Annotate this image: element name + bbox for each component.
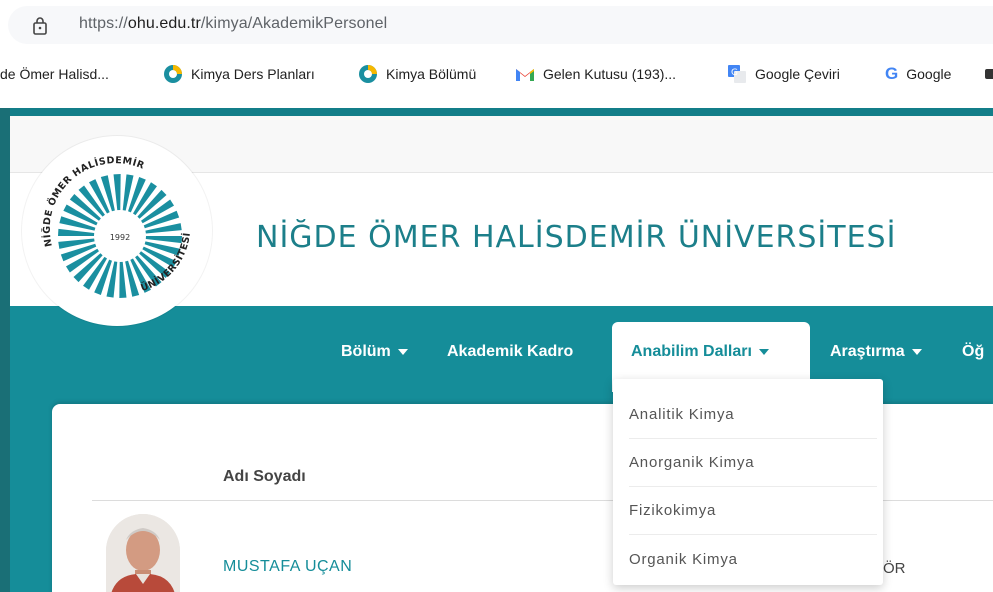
- logo-ray: [145, 236, 182, 244]
- url-path: /kimya/AkademikPersonel: [200, 15, 388, 32]
- logo-ray: [58, 228, 95, 236]
- browser-address-bar: https://ohu.edu.tr/kimya/AkademikPersone…: [0, 0, 993, 48]
- site-favicon-icon: [985, 69, 993, 79]
- caret-down-icon: [911, 349, 922, 355]
- university-title[interactable]: NİĞDE ÖMER HALİSDEMİR ÜNİVERSİTESİ: [256, 220, 896, 255]
- university-logo[interactable]: 1992 NİĞDE ÖMER HALİSDEMİR ÜNİVERSİTESİ: [22, 136, 212, 326]
- dropdown-item-anorganik-kimya[interactable]: Anorganik Kimya: [629, 439, 877, 487]
- person-photo: [106, 514, 180, 592]
- nav-item-arastirma[interactable]: Araştırma: [830, 343, 922, 361]
- bookmarks-bar: de Ömer Halisd... Kimya Ders Planları Ki…: [0, 48, 993, 108]
- nav-item-anabilim-dallari[interactable]: Anabilim Dalları: [631, 343, 769, 361]
- bookmark-label: Gelen Kutusu (193)...: [543, 66, 677, 82]
- bookmark-nohu[interactable]: de Ömer Halisd...: [0, 63, 109, 85]
- bookmark-kimya-bolumu[interactable]: Kimya Bölümü: [358, 63, 476, 85]
- google-icon: G: [885, 64, 899, 83]
- url-scheme: https://: [79, 15, 128, 32]
- site-favicon-icon: [359, 65, 377, 83]
- site-info-icon[interactable]: [30, 16, 50, 36]
- bookmark-label: de Ömer Halisd...: [0, 66, 109, 82]
- bookmark-label: Kimya Bölümü: [386, 66, 477, 82]
- nav-item-ogrenci[interactable]: Öğ: [962, 343, 984, 361]
- dropdown-item-analitik-kimya[interactable]: Analitik Kimya: [629, 391, 877, 439]
- caret-down-icon: [758, 349, 769, 355]
- avatar[interactable]: [106, 514, 180, 592]
- nav-item-akademik-kadro[interactable]: Akademik Kadro: [447, 343, 573, 361]
- nav-label: Akademik Kadro: [447, 343, 574, 360]
- staff-name-link[interactable]: MUSTAFA UÇAN: [223, 558, 352, 576]
- nav-label: Araştırma: [830, 343, 905, 360]
- google-translate-icon: G: [728, 65, 746, 83]
- url-host: ohu.edu.tr: [127, 15, 201, 32]
- bookmark-overflow[interactable]: [983, 63, 993, 85]
- bookmark-kimya-ders-planlari[interactable]: Kimya Ders Planları: [163, 63, 315, 85]
- site-favicon-icon: [164, 65, 182, 83]
- dropdown-item-fizikokimya[interactable]: Fizikokimya: [629, 487, 877, 535]
- logo-year: 1992: [110, 233, 130, 242]
- nav-item-bolum[interactable]: Bölüm: [341, 343, 408, 361]
- bookmark-gmail[interactable]: Gelen Kutusu (193)...: [515, 63, 676, 85]
- bookmark-label: Google Çeviri: [755, 66, 840, 82]
- dropdown-item-organik-kimya[interactable]: Organik Kimya: [629, 535, 877, 583]
- bookmark-label: Google: [906, 66, 952, 82]
- column-header-name[interactable]: Adı Soyadı: [223, 468, 306, 486]
- anabilim-dropdown-menu: Analitik Kimya Anorganik Kimya Fizikokim…: [613, 379, 883, 585]
- staff-title: ÖR: [883, 560, 906, 577]
- caret-down-icon: [397, 349, 408, 355]
- bookmark-google-ceviri[interactable]: G Google Çeviri: [727, 63, 840, 85]
- url-text[interactable]: https://ohu.edu.tr/kimya/AkademikPersone…: [79, 15, 387, 33]
- nav-label: Bölüm: [341, 343, 391, 360]
- nav-label: Öğ: [962, 343, 985, 360]
- nav-label: Anabilim Dalları: [631, 343, 752, 360]
- svg-text:G: G: [731, 68, 738, 78]
- university-seal-icon: 1992 NİĞDE ÖMER HALİSDEMİR ÜNİVERSİTESİ: [41, 155, 192, 298]
- logo-ray: [113, 174, 121, 211]
- gmail-icon: [516, 69, 534, 81]
- header-top-strip: [10, 108, 993, 116]
- omnibox[interactable]: https://ohu.edu.tr/kimya/AkademikPersone…: [8, 6, 993, 44]
- bookmark-google[interactable]: G Google: [885, 63, 951, 85]
- page-canvas: NİĞDE ÖMER HALİSDEMİR ÜNİVERSİTESİ Bölüm…: [0, 108, 993, 592]
- bookmark-label: Kimya Ders Planları: [191, 66, 315, 82]
- logo-ray: [119, 261, 127, 298]
